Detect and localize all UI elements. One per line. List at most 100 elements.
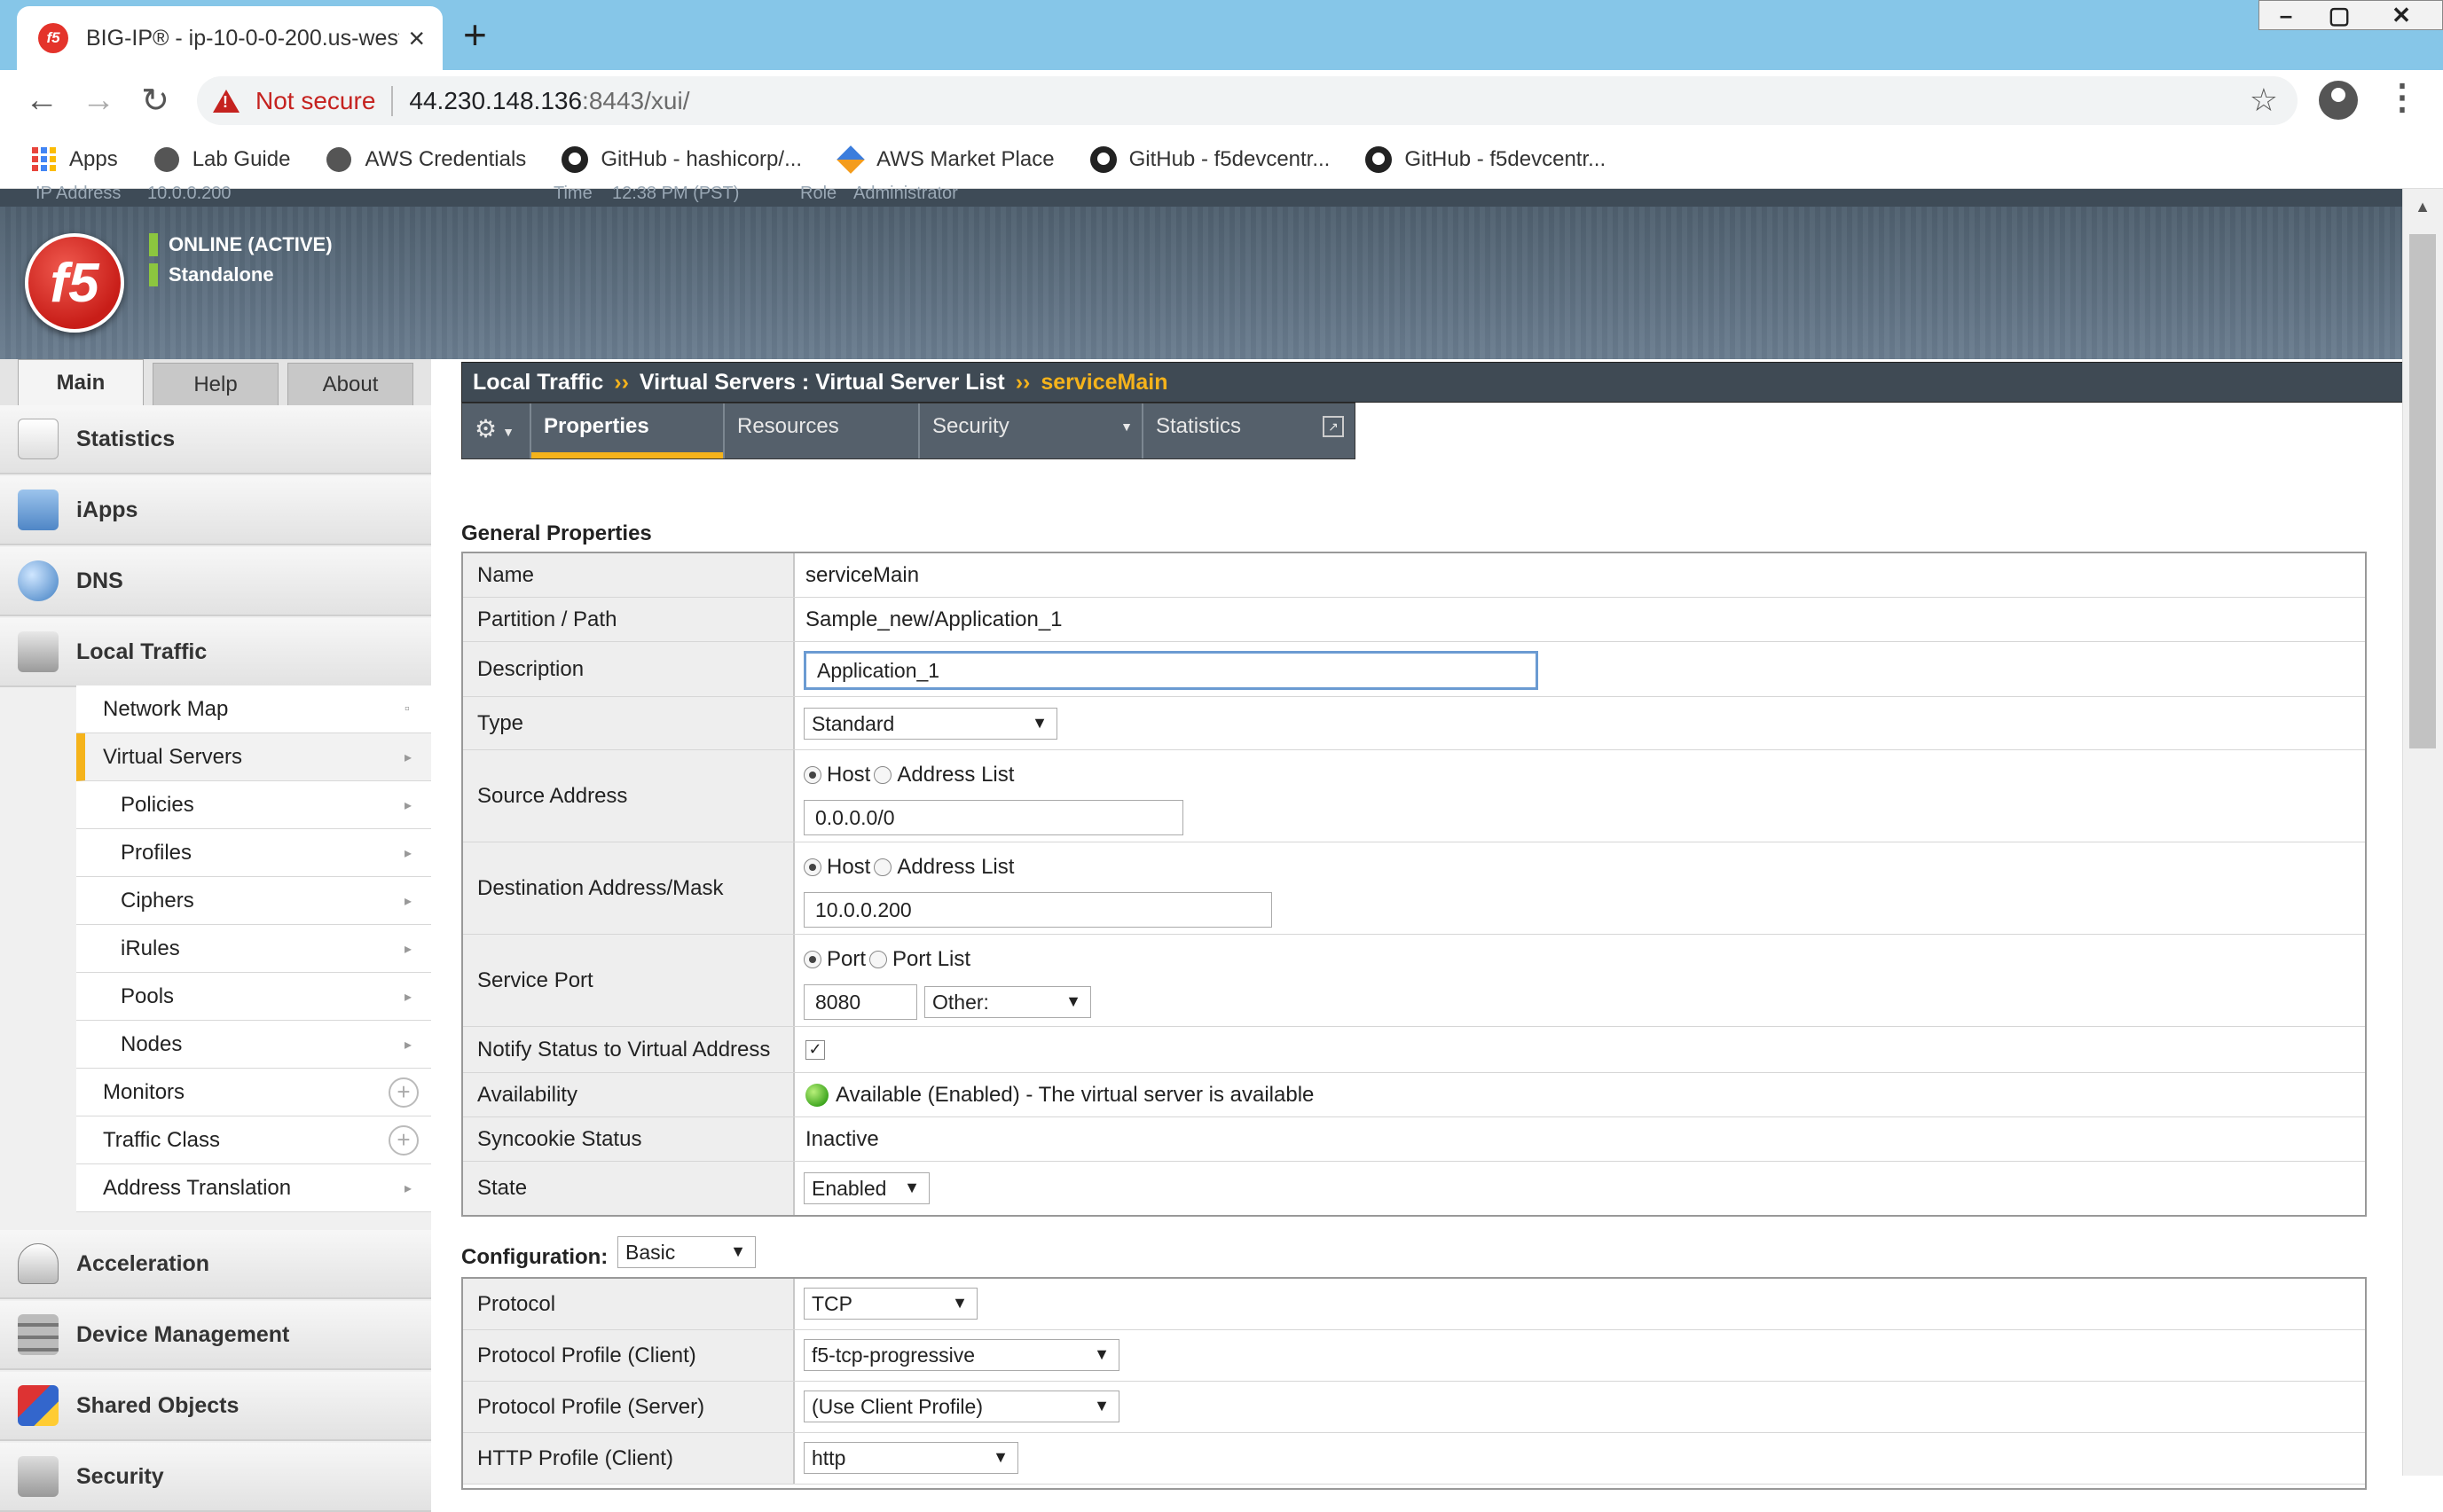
sidebar-item-profiles[interactable]: Profiles ▸ [76,829,431,877]
description-input[interactable]: Application_1 [804,651,1538,690]
bookmark-label: AWS Credentials [365,146,527,171]
add-monitor-icon[interactable]: + [389,1077,419,1108]
row-notify-status: Notify Status to Virtual Address ✓ [463,1027,2365,1073]
tab-about[interactable]: About [287,363,413,405]
nav-statistics[interactable]: Statistics [0,405,431,474]
bookmark-github-f5devcentral-1[interactable]: GitHub - f5devcentr... [1089,145,1330,173]
status-text: ONLINE (ACTIVE) [169,233,333,255]
profile-icon[interactable] [2319,81,2358,120]
tab-properties[interactable]: Properties [531,403,725,458]
port-input[interactable]: 8080 [804,984,917,1020]
sidebar-item-nodes[interactable]: Nodes ▸ [76,1021,431,1069]
popout-icon[interactable]: ↗ [1323,416,1344,437]
sidebar-item-network-map[interactable]: Network Map ▫ [76,685,431,733]
browser-menu-icon[interactable]: ⋮ [2384,77,2420,118]
protocol-select[interactable]: TCP ▼ [804,1288,978,1320]
bookmark-aws-market-place[interactable]: AWS Market Place [837,145,1055,174]
sidebar-item-label: Nodes [121,1031,183,1056]
tab-security[interactable]: Security ▼ [920,403,1143,458]
label-description: Description [463,642,795,696]
label-availability: Availability [463,1073,795,1116]
bookmark-label: AWS Market Place [876,146,1055,171]
bookmark-github-hashicorp[interactable]: GitHub - hashicorp/... [562,145,802,173]
destination-host-radio[interactable] [804,858,821,876]
chevron-right-icon: ▸ [405,845,412,861]
source-address-input[interactable]: 0.0.0.0/0 [804,800,1183,835]
sidebar-item-address-translation[interactable]: Address Translation ▸ [76,1164,431,1212]
minimize-icon[interactable]: – [2259,1,2313,29]
tab-main[interactable]: Main [18,359,144,405]
sidebar-item-monitors[interactable]: Monitors + [76,1069,431,1116]
bookmark-apps[interactable]: Apps [30,146,118,173]
sidebar-item-ciphers[interactable]: Ciphers ▸ [76,877,431,925]
configuration-mode-select[interactable]: Basic ▼ [617,1236,756,1268]
sidebar-item-irules[interactable]: iRules ▸ [76,925,431,973]
bookmark-aws-credentials[interactable]: AWS Credentials [326,146,526,173]
bookmark-github-f5devcentral-2[interactable]: GitHub - f5devcentr... [1365,145,1606,173]
ip-address-value: 10.0.0.200 [147,184,232,203]
destination-address-list-radio[interactable] [874,858,892,876]
tab-statistics[interactable]: Statistics ↗ [1143,403,1355,458]
row-state: State Enabled ▼ [463,1162,2365,1215]
sidebar-item-policies[interactable]: Policies ▸ [76,781,431,829]
nav-label: iApps [76,497,138,522]
row-description: Description Application_1 [463,642,2365,697]
f5-logo[interactable]: f5 [25,233,124,333]
scrollbar-thumb[interactable] [2409,234,2436,748]
source-host-radio[interactable] [804,766,821,784]
nav-local-traffic[interactable]: Local Traffic [0,618,431,687]
scroll-up-arrow-icon[interactable]: ▲ [2402,192,2443,222]
globe-icon [153,146,180,173]
type-select[interactable]: Standard ▼ [804,708,1057,740]
port-list-radio[interactable] [869,951,888,968]
add-traffic-class-icon[interactable]: + [389,1124,419,1156]
nav-security[interactable]: Security [0,1443,431,1512]
back-icon[interactable]: ← [20,70,64,130]
value-service-port: Port Port List 8080 Other: ▼ [795,935,2365,1026]
reload-icon[interactable]: ↻ [133,70,177,130]
sidebar-item-virtual-servers[interactable]: Virtual Servers ▸ [76,733,431,781]
destination-address-input[interactable]: 10.0.0.200 [804,892,1272,928]
http-profile-client-select[interactable]: http ▼ [804,1442,1018,1474]
sidebar-item-pools[interactable]: Pools ▸ [76,973,431,1021]
not-secure-label[interactable]: Not secure [255,87,375,115]
tab-resources[interactable]: Resources [725,403,920,458]
nav-dns[interactable]: DNS [0,547,431,616]
globe-icon [326,146,352,173]
protocol-profile-server-select[interactable]: (Use Client Profile) ▼ [804,1391,1119,1422]
sidebar-item-label: Monitors [103,1079,185,1104]
tab-help[interactable]: Help [153,363,279,405]
state-select[interactable]: Enabled ▼ [804,1172,930,1204]
close-window-icon[interactable]: ✕ [2375,1,2428,29]
sidebar-item-traffic-class[interactable]: Traffic Class + [76,1116,431,1164]
nav-acceleration[interactable]: Acceleration [0,1230,431,1299]
destination-address-list-label: Address List [897,855,1015,879]
bookmark-star-icon[interactable]: ☆ [2250,82,2278,119]
row-partition: Partition / Path Sample_new/Application_… [463,598,2365,642]
http-profile-client-value: http [812,1445,846,1469]
breadcrumb-local-traffic[interactable]: Local Traffic [473,370,603,396]
nav-label: Statistics [76,426,176,451]
notify-status-checkbox[interactable]: ✓ [805,1039,825,1060]
bookmark-lab-guide[interactable]: Lab Guide [153,146,290,173]
port-other-select[interactable]: Other: ▼ [924,986,1091,1018]
nav-shared-objects[interactable]: Shared Objects [0,1372,431,1441]
gear-menu-button[interactable]: ⚙ ▼ [462,403,531,458]
port-radio[interactable] [804,951,821,968]
browser-tab[interactable]: f5 BIG-IP® - ip-10-0-0-200.us-west × [17,6,443,70]
row-protocol-profile-client: Protocol Profile (Client) f5-tcp-progres… [463,1330,2365,1382]
row-protocol-profile-server: Protocol Profile (Server) (Use Client Pr… [463,1382,2365,1433]
forward-icon[interactable]: → [76,70,121,130]
nav-label: Local Traffic [76,638,208,664]
status-indicator [149,233,158,256]
tab-close-icon[interactable]: × [408,24,425,52]
source-address-list-radio[interactable] [874,766,892,784]
breadcrumb-virtual-server-list[interactable]: Virtual Servers : Virtual Server List [640,370,1005,396]
new-tab-button[interactable]: + [463,14,487,55]
nav-device-management[interactable]: Device Management [0,1301,431,1370]
url-field[interactable]: Not secure 44.230.148.136:8443/xui/ ☆ [197,76,2298,125]
maximize-icon[interactable]: ▢ [2313,1,2366,29]
tab-statistics-label: Statistics [1156,414,1242,438]
protocol-profile-client-select[interactable]: f5-tcp-progressive ▼ [804,1339,1119,1371]
nav-iapps[interactable]: iApps [0,476,431,545]
